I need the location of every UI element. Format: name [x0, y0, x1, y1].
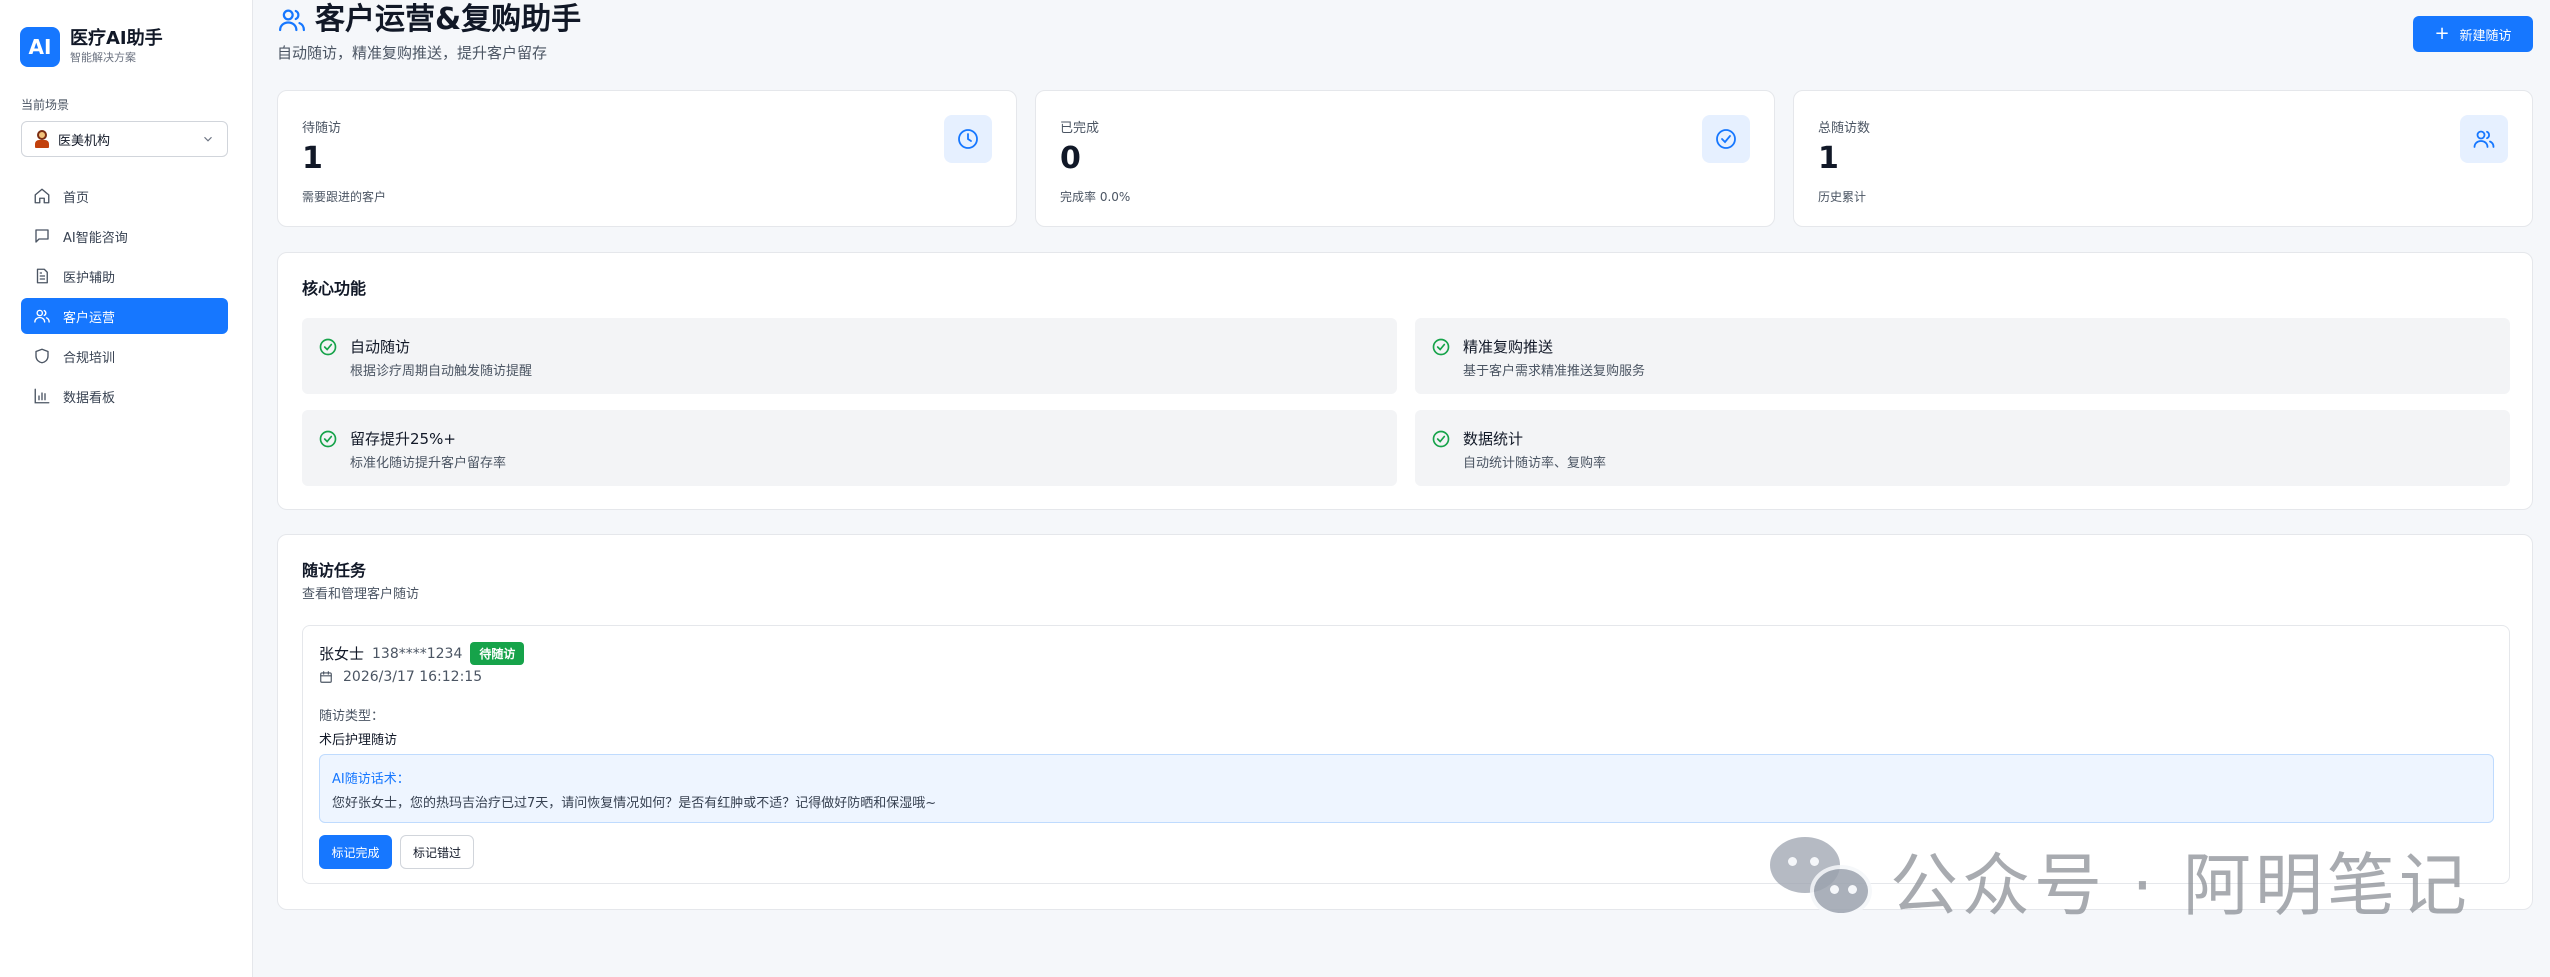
check-circle-icon	[319, 430, 337, 448]
users-icon	[34, 309, 50, 323]
feature-desc: 基于客户需求精准推送复购服务	[1463, 364, 1646, 379]
brand-title: 医疗AI助手	[70, 28, 163, 49]
check-circle-icon	[1432, 338, 1450, 356]
stat-note: 历史累计	[1818, 190, 1867, 204]
brand-logo: AI	[20, 27, 60, 67]
sidebar-item-ai-consult[interactable]: AI智能咨询	[21, 218, 228, 254]
home-icon	[34, 188, 50, 204]
task-header: 张女士 138****1234 待随访	[319, 642, 525, 665]
stat-icon-box	[944, 115, 992, 163]
stat-label: 总随访数	[1818, 121, 1871, 136]
new-followup-label: 新建随访	[2459, 28, 2512, 44]
doctor-emoji-icon	[34, 130, 50, 148]
stat-note: 需要跟进的客户	[302, 190, 387, 204]
stat-label: 已完成	[1060, 121, 1100, 136]
sidebar-item-customer-ops[interactable]: 客户运营	[21, 298, 228, 334]
watermark: 公众号 · 阿明笔记	[1770, 830, 2471, 929]
brand-subtitle: 智能解决方案	[70, 51, 136, 64]
stat-note: 完成率 0.0%	[1060, 190, 1131, 204]
shield-icon	[35, 348, 49, 364]
users-icon	[2473, 130, 2495, 148]
feature-card: 自动随访 根据诊疗周期自动触发随访提醒	[302, 318, 1397, 394]
section-subtitle: 查看和管理客户随访	[302, 587, 420, 602]
feature-desc: 自动统计随访率、复购率	[1463, 456, 1607, 471]
task-time: 2026/3/17 16:12:15	[319, 669, 482, 685]
document-icon	[36, 268, 48, 284]
mark-complete-button[interactable]: 标记完成	[319, 835, 392, 869]
feature-desc: 标准化随访提升客户留存率	[350, 456, 507, 471]
new-followup-button[interactable]: + 新建随访	[2413, 16, 2533, 52]
stat-label: 待随访	[302, 121, 342, 136]
sidebar-item-label: 客户运营	[63, 310, 116, 326]
check-circle-icon	[1432, 430, 1450, 448]
bar-chart-icon	[34, 388, 50, 404]
clock-icon	[958, 129, 978, 149]
task-type: 术后护理随访	[319, 733, 398, 748]
feature-card: 精准复购推送 基于客户需求精准推送复购服务	[1415, 318, 2510, 394]
sidebar-item-home[interactable]: 首页	[21, 178, 228, 214]
stat-card-completed: 已完成 0 完成率 0.0%	[1035, 90, 1775, 227]
customer-name: 张女士	[319, 645, 365, 663]
plus-icon: +	[2434, 23, 2450, 44]
status-badge: 待随访	[470, 642, 525, 665]
users-icon	[279, 9, 305, 32]
chat-icon	[35, 229, 49, 243]
sidebar-item-label: 首页	[63, 190, 90, 206]
scene-value: 医美机构	[58, 133, 111, 149]
brand: AI 医疗AI助手 智能解决方案	[20, 27, 163, 67]
stat-card-total: 总随访数 1 历史累计	[1793, 90, 2533, 227]
ai-script-text: 您好张女士，您的热玛吉治疗已过7天，请问恢复情况如何？是否有红肿或不适？记得做好…	[332, 796, 937, 811]
customer-phone: 138****1234	[372, 645, 463, 662]
stat-card-pending: 待随访 1 需要跟进的客户	[277, 90, 1017, 227]
stat-value: 0	[1060, 141, 1081, 176]
section-title: 核心功能	[302, 279, 367, 298]
feature-grid: 自动随访 根据诊疗周期自动触发随访提醒 精准复购推送 基于客户需求精准推送复购服…	[302, 318, 2510, 486]
sidebar-item-label: 数据看板	[63, 390, 116, 406]
sidebar-item-label: 合规培训	[63, 350, 116, 366]
scene-label: 当前场景	[21, 98, 70, 112]
watermark-text: 公众号 · 阿明笔记	[1890, 847, 2471, 926]
feature-card: 留存提升25%+ 标准化随访提升客户留存率	[302, 410, 1397, 486]
sidebar-item-label: AI智能咨询	[63, 230, 128, 246]
sidebar-item-compliance[interactable]: 合规培训	[21, 338, 228, 374]
chevron-down-icon	[204, 136, 212, 142]
mark-missed-button[interactable]: 标记错过	[400, 835, 474, 869]
sidebar: AI 医疗AI助手 智能解决方案 当前场景 医美机构 首页 AI智能咨询 医护辅…	[0, 0, 253, 977]
stat-value: 1	[302, 141, 323, 176]
task-time-value: 2026/3/17 16:12:15	[343, 669, 483, 685]
sidebar-nav: 首页 AI智能咨询 医护辅助 客户运营 合规培训 数据看板	[21, 178, 228, 418]
feature-card: 数据统计 自动统计随访率、复购率	[1415, 410, 2510, 486]
calendar-icon	[320, 671, 332, 683]
section-title: 随访任务	[302, 561, 367, 580]
stats-row: 待随访 1 需要跟进的客户 已完成 0 完成率 0.0% 总随访数 1 历史累计	[277, 90, 2533, 227]
sidebar-item-label: 医护辅助	[63, 270, 116, 286]
feature-title: 自动随访	[350, 338, 411, 356]
sidebar-item-care-assist[interactable]: 医护辅助	[21, 258, 228, 294]
stat-value: 1	[1818, 141, 1839, 176]
feature-title: 留存提升25%+	[350, 430, 456, 448]
task-type-label: 随访类型：	[319, 709, 385, 724]
ai-script-box: AI随访话术： 您好张女士，您的热玛吉治疗已过7天，请问恢复情况如何？是否有红肿…	[319, 754, 2494, 823]
page-subtitle: 自动随访，精准复购推送，提升客户留存	[277, 44, 548, 62]
core-features-panel: 核心功能 自动随访 根据诊疗周期自动触发随访提醒 精准复购推送 基于客户需求精准…	[277, 252, 2533, 510]
wechat-logo-icon	[1770, 836, 1874, 923]
stat-icon-box	[1702, 115, 1750, 163]
scene-select[interactable]: 医美机构	[21, 121, 228, 157]
page-header: 客户运营&复购助手	[277, 0, 581, 40]
feature-title: 数据统计	[1463, 430, 1524, 448]
feature-desc: 根据诊疗周期自动触发随访提醒	[350, 364, 533, 379]
page-title: 客户运营&复购助手	[315, 2, 582, 37]
sidebar-item-dashboard[interactable]: 数据看板	[21, 378, 228, 414]
check-circle-icon	[319, 338, 337, 356]
stat-icon-box	[2460, 115, 2508, 163]
check-circle-icon	[1716, 129, 1736, 149]
feature-title: 精准复购推送	[1463, 338, 1554, 356]
ai-script-label: AI随访话术：	[332, 772, 410, 787]
